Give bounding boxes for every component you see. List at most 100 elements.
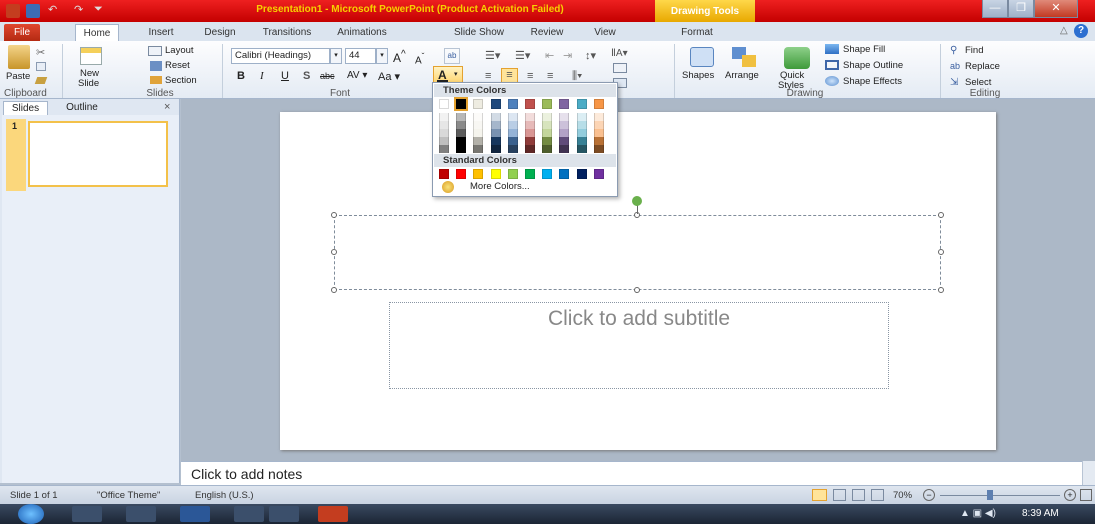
change-case-button[interactable]: Aa ▾: [378, 70, 400, 83]
clear-formatting-icon[interactable]: ab: [444, 48, 460, 64]
customize-qat-icon[interactable]: ⏷: [94, 3, 103, 16]
slide-thumbnail[interactable]: [28, 121, 168, 187]
system-tray-icons[interactable]: ▲ ▣ ◀): [960, 508, 996, 519]
theme-color-shade-swatch[interactable]: [490, 121, 501, 129]
minimize-ribbon-icon[interactable]: △: [1060, 25, 1068, 36]
theme-color-shade-swatch[interactable]: [593, 121, 604, 129]
theme-color-shade-swatch[interactable]: [507, 113, 518, 121]
arrange-icon[interactable]: [732, 47, 756, 67]
save-icon[interactable]: [26, 4, 40, 18]
theme-color-swatch[interactable]: [559, 99, 570, 109]
standard-color-swatch[interactable]: [559, 169, 570, 179]
theme-color-shade-swatch[interactable]: [439, 145, 449, 153]
theme-color-swatch[interactable]: [593, 99, 604, 109]
tab-format[interactable]: Format: [674, 24, 720, 41]
theme-color-shade-swatch[interactable]: [490, 145, 501, 153]
font-size-dropdown[interactable]: ▾: [376, 48, 388, 64]
replace-button[interactable]: Replace: [965, 61, 1000, 72]
fit-to-window-icon[interactable]: [1080, 489, 1092, 501]
align-right-icon[interactable]: ≡: [527, 70, 533, 82]
cut-icon[interactable]: ✂: [36, 46, 45, 59]
theme-color-shade-swatch[interactable]: [559, 113, 570, 121]
bullets-icon[interactable]: ☰▾: [485, 49, 500, 62]
theme-color-shade-swatch[interactable]: [490, 129, 501, 137]
theme-color-shade-swatch[interactable]: [542, 137, 553, 145]
align-left-icon[interactable]: ≡: [485, 70, 491, 82]
slide-show-icon[interactable]: [871, 489, 884, 501]
section-button[interactable]: Section: [165, 75, 197, 86]
rotation-handle[interactable]: [632, 196, 642, 206]
character-spacing-button[interactable]: AV ▾: [347, 70, 367, 81]
standard-color-swatch[interactable]: [456, 169, 467, 179]
theme-color-shade-swatch[interactable]: [439, 113, 449, 121]
tab-file[interactable]: File: [4, 24, 40, 41]
standard-color-swatch[interactable]: [439, 169, 449, 179]
explorer-taskbar-icon[interactable]: [72, 506, 102, 522]
paste-icon[interactable]: [8, 45, 30, 69]
theme-color-shade-swatch[interactable]: [525, 121, 535, 129]
theme-color-swatch[interactable]: [454, 97, 469, 111]
tab-home[interactable]: Home: [75, 24, 119, 41]
theme-color-shade-swatch[interactable]: [473, 129, 484, 137]
zoom-level[interactable]: 70%: [893, 490, 912, 501]
theme-color-shade-swatch[interactable]: [439, 137, 449, 145]
italic-button[interactable]: I: [260, 70, 264, 82]
theme-color-shade-swatch[interactable]: [593, 129, 604, 137]
align-text-icon[interactable]: [613, 63, 627, 73]
theme-color-shade-swatch[interactable]: [542, 113, 553, 121]
firefox-taskbar-icon[interactable]: [234, 506, 264, 522]
theme-color-shade-swatch[interactable]: [456, 137, 467, 145]
layout-button[interactable]: Layout: [165, 45, 194, 56]
slide-sorter-icon[interactable]: [833, 489, 846, 501]
shapes-button[interactable]: Shapes: [682, 70, 714, 81]
theme-color-shade-swatch[interactable]: [507, 137, 518, 145]
theme-color-shade-swatch[interactable]: [456, 113, 467, 121]
line-spacing-icon[interactable]: ↕▾: [585, 49, 596, 62]
theme-color-shade-swatch[interactable]: [473, 145, 484, 153]
increase-indent-icon[interactable]: ⇥: [563, 49, 572, 62]
decrease-indent-icon[interactable]: ⇤: [545, 49, 554, 62]
start-button[interactable]: [18, 504, 44, 524]
theme-color-shade-swatch[interactable]: [456, 129, 467, 137]
powerpoint-taskbar-icon[interactable]: [318, 506, 348, 522]
theme-color-shade-swatch[interactable]: [525, 137, 535, 145]
theme-name[interactable]: "Office Theme": [97, 490, 160, 501]
copy-icon[interactable]: [36, 62, 46, 71]
standard-color-swatch[interactable]: [593, 169, 604, 179]
redo-icon[interactable]: ↷: [74, 3, 83, 16]
format-painter-icon[interactable]: [34, 77, 48, 84]
zoom-slider[interactable]: [940, 495, 1060, 496]
select-button[interactable]: Select: [965, 77, 991, 88]
justify-icon[interactable]: ≡: [547, 70, 553, 82]
numbering-icon[interactable]: ☰▾: [515, 49, 530, 62]
theme-color-shade-swatch[interactable]: [525, 129, 535, 137]
theme-color-shade-swatch[interactable]: [507, 145, 518, 153]
theme-color-shade-swatch[interactable]: [576, 113, 587, 121]
undo-icon[interactable]: ↶: [48, 3, 57, 16]
theme-color-swatch[interactable]: [576, 99, 587, 109]
word-taskbar-icon[interactable]: [180, 506, 210, 522]
font-size-field[interactable]: 44: [345, 48, 376, 64]
theme-color-shade-swatch[interactable]: [490, 137, 501, 145]
theme-color-shade-swatch[interactable]: [507, 129, 518, 137]
help-icon[interactable]: ?: [1074, 24, 1088, 38]
theme-color-shade-swatch[interactable]: [542, 121, 553, 129]
theme-color-shade-swatch[interactable]: [576, 145, 587, 153]
theme-color-shade-swatch[interactable]: [559, 121, 570, 129]
zoom-slider-thumb[interactable]: [987, 490, 993, 500]
text-shadow-button[interactable]: S: [303, 70, 310, 82]
font-name-field[interactable]: Calibri (Headings): [231, 48, 330, 64]
tab-animations[interactable]: Animations: [330, 24, 394, 41]
minimize-button[interactable]: —: [982, 0, 1008, 18]
theme-color-shade-swatch[interactable]: [456, 121, 467, 129]
tab-design[interactable]: Design: [198, 24, 242, 41]
theme-color-shade-swatch[interactable]: [473, 113, 484, 121]
close-pane-icon[interactable]: ×: [164, 101, 170, 113]
grow-font-button[interactable]: A^: [393, 49, 406, 65]
theme-color-swatch[interactable]: [490, 99, 501, 109]
theme-color-shade-swatch[interactable]: [559, 145, 570, 153]
font-name-dropdown[interactable]: ▾: [330, 48, 342, 64]
theme-color-shade-swatch[interactable]: [593, 137, 604, 145]
theme-color-shade-swatch[interactable]: [473, 137, 484, 145]
theme-color-shade-swatch[interactable]: [456, 145, 467, 153]
